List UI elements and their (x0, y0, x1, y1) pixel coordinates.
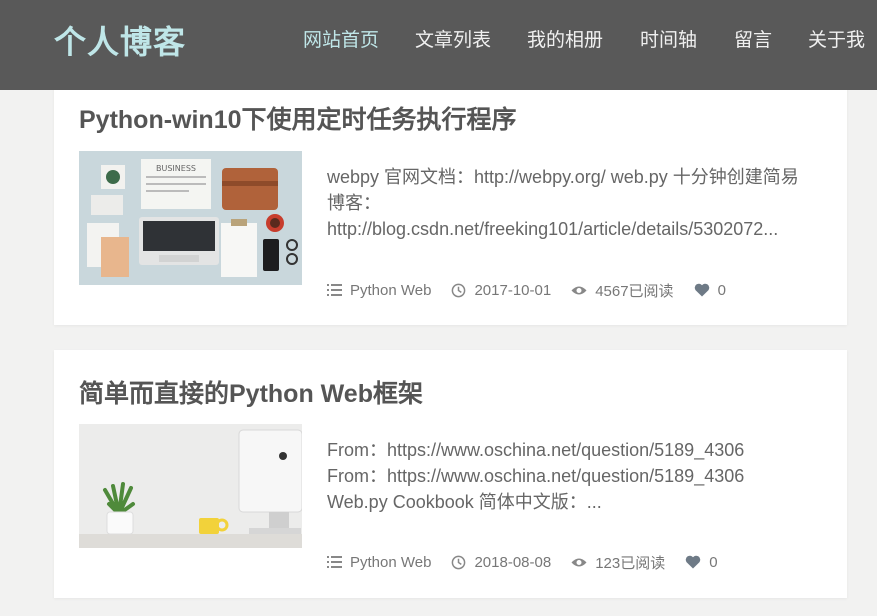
nav-about[interactable]: 关于我 (808, 26, 865, 56)
clock-icon (452, 555, 466, 569)
post-likes[interactable]: 0 (694, 282, 726, 299)
nav-timeline[interactable]: 时间轴 (640, 26, 697, 56)
post-meta: Python Web 2017-10-01 4567已阅读 0 (327, 280, 746, 300)
heart-icon (685, 555, 701, 569)
post-excerpt: From：https://www.oschina.net/question/51… (327, 440, 745, 512)
post-date: 2018-08-08 (451, 554, 551, 571)
post-thumbnail[interactable]: BUSINESS (79, 151, 302, 285)
post-views: 4567已阅读 (571, 280, 674, 301)
post-card: 简单而直接的Python Web框架 From：https://www.osch… (54, 350, 847, 598)
site-logo[interactable]: 个人博客 (54, 20, 186, 64)
eye-icon (571, 558, 587, 566)
site-header: 个人博客 网站首页 文章列表 我的相册 时间轴 留言 关于我 (0, 0, 877, 90)
heart-icon (694, 283, 709, 297)
clock-icon (452, 283, 466, 297)
post-thumbnail[interactable] (79, 424, 302, 548)
thumbnail-sign: BUSINESS (156, 164, 196, 173)
nav-articles[interactable]: 文章列表 (415, 26, 491, 56)
nav-guestbook[interactable]: 留言 (734, 26, 772, 56)
post-excerpt: webpy 官网文档：http://webpy.org/ web.py 十分钟创… (327, 167, 799, 239)
post-likes[interactable]: 0 (685, 554, 718, 571)
post-card: Python-win10下使用定时任务执行程序 BUSINESS webpy 官… (54, 72, 847, 325)
nav-album[interactable]: 我的相册 (527, 26, 603, 56)
nav-home[interactable]: 网站首页 (303, 26, 379, 56)
post-title[interactable]: 简单而直接的Python Web框架 (79, 377, 423, 411)
post-title[interactable]: Python-win10下使用定时任务执行程序 (79, 103, 517, 137)
eye-icon (571, 286, 587, 294)
post-views: 123已阅读 (571, 552, 665, 573)
list-icon (327, 284, 342, 296)
post-date: 2017-10-01 (451, 282, 551, 299)
post-category[interactable]: Python Web (327, 554, 431, 571)
list-icon (327, 556, 342, 568)
post-category[interactable]: Python Web (327, 282, 431, 299)
post-meta: Python Web 2018-08-08 123已阅读 0 (327, 552, 738, 572)
